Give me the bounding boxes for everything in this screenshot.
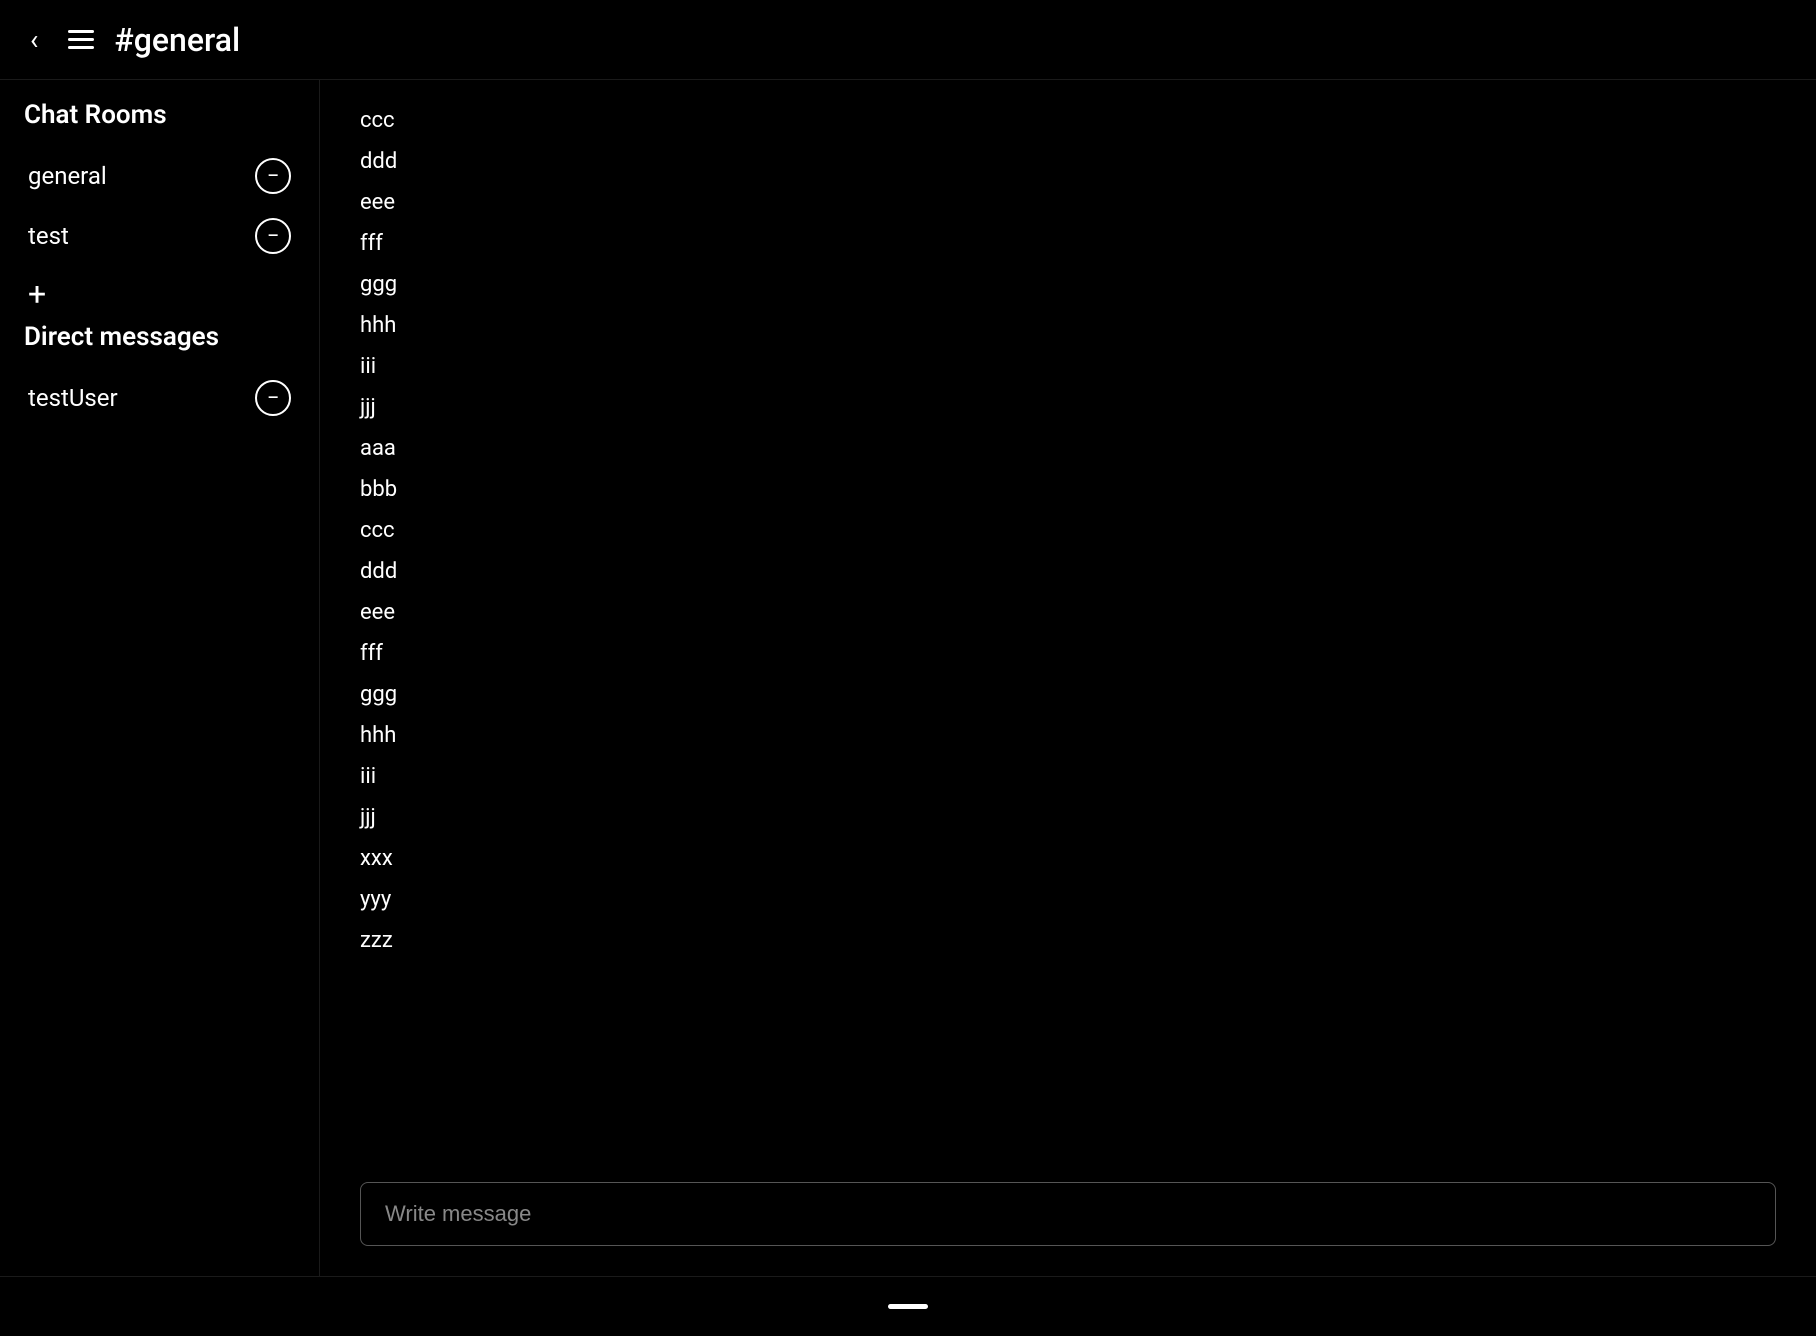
message-line: eee: [360, 592, 1776, 633]
message-line: jjj: [360, 797, 1776, 838]
message-line: fff: [360, 223, 1776, 264]
message-line: ggg: [360, 674, 1776, 715]
message-line: xxx: [360, 838, 1776, 879]
message-line: ccc: [360, 100, 1776, 141]
message-line: bbb: [360, 469, 1776, 510]
app-container: ‹ #general Chat Rooms general − test − +…: [0, 0, 1816, 1336]
messages-container: cccdddeeefffggghhhiiijjjaaabbbcccdddeeef…: [320, 80, 1816, 1162]
message-input-wrapper: [360, 1182, 1776, 1246]
message-line: hhh: [360, 305, 1776, 346]
remove-testuser-icon[interactable]: −: [255, 380, 291, 416]
message-line: ggg: [360, 264, 1776, 305]
remove-test-icon[interactable]: −: [255, 218, 291, 254]
header: ‹ #general: [0, 0, 1816, 80]
menu-button[interactable]: [68, 30, 94, 49]
sidebar-item-label: testUser: [28, 384, 118, 412]
message-line: hhh: [360, 715, 1776, 756]
channel-title: #general: [114, 21, 240, 59]
message-line: iii: [360, 756, 1776, 797]
message-line: ddd: [360, 551, 1776, 592]
chat-area: cccdddeeefffggghhhiiijjjaaabbbcccdddeeef…: [320, 80, 1816, 1276]
message-line: fff: [360, 633, 1776, 674]
message-input-area: [320, 1162, 1816, 1276]
message-line: aaa: [360, 428, 1776, 469]
message-input[interactable]: [385, 1201, 1751, 1227]
back-button[interactable]: ‹: [30, 23, 38, 56]
message-line: eee: [360, 182, 1776, 223]
home-indicator: [888, 1304, 928, 1309]
bottom-bar: [0, 1276, 1816, 1336]
message-line: jjj: [360, 387, 1776, 428]
message-line: yyy: [360, 879, 1776, 920]
sidebar: Chat Rooms general − test − + Direct mes…: [0, 80, 320, 1276]
sidebar-item-label: general: [28, 162, 107, 190]
message-line: iii: [360, 346, 1776, 387]
message-line: zzz: [360, 920, 1776, 961]
chat-rooms-section-title: Chat Rooms: [20, 100, 299, 130]
add-icon: +: [28, 278, 46, 310]
sidebar-item-test[interactable]: test −: [20, 206, 299, 266]
message-line: ccc: [360, 510, 1776, 551]
sidebar-item-label: test: [28, 222, 69, 250]
message-line: ddd: [360, 141, 1776, 182]
sidebar-item-testuser[interactable]: testUser −: [20, 368, 299, 428]
direct-messages-section-title: Direct messages: [20, 322, 299, 352]
remove-general-icon[interactable]: −: [255, 158, 291, 194]
main-layout: Chat Rooms general − test − + Direct mes…: [0, 80, 1816, 1276]
add-room-button[interactable]: +: [20, 266, 299, 322]
sidebar-item-general[interactable]: general −: [20, 146, 299, 206]
